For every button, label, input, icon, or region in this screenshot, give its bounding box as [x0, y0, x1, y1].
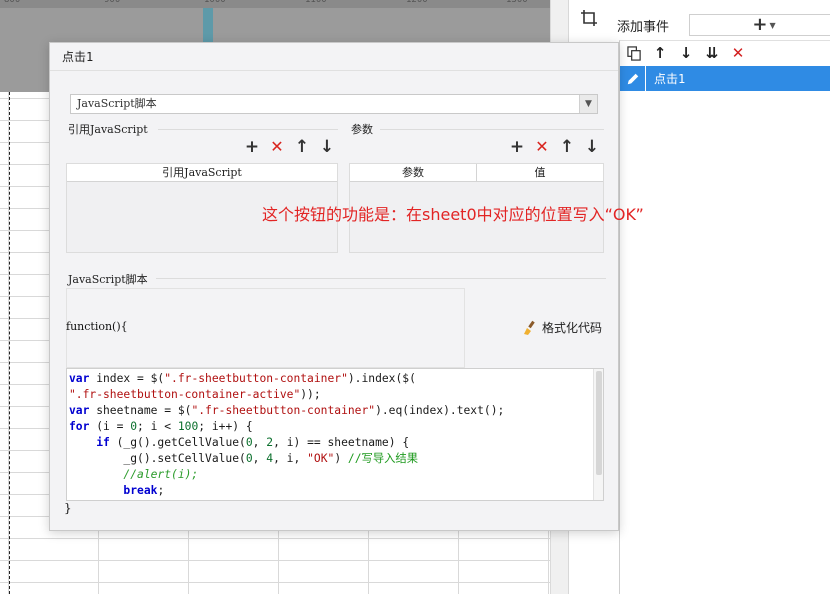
arrow-down-icon[interactable]: ↓: [319, 138, 335, 155]
function-close: }: [64, 501, 72, 515]
code-line: var index = $(".fr-sheetbutton-container…: [69, 372, 416, 385]
ruler-number: 800: [4, 0, 21, 5]
code-line: ".fr-sheetbutton-container-active"));: [69, 388, 321, 401]
column-header: 引用JavaScript: [162, 166, 242, 179]
plus-icon: +: [752, 14, 768, 35]
event-item[interactable]: 点击1: [620, 66, 830, 91]
column-header: 值: [534, 166, 546, 179]
add-icon[interactable]: +: [509, 138, 525, 155]
page-break-line: [9, 92, 10, 594]
function-header: function(){: [66, 320, 128, 333]
ruler-number: 1000: [204, 0, 226, 5]
add-event-label: 添加事件: [617, 20, 670, 35]
add-event-dropdown[interactable]: + ▼: [689, 14, 830, 36]
pencil-icon: [620, 66, 646, 91]
brush-icon: [524, 320, 535, 335]
crop-icon[interactable]: [577, 6, 601, 30]
ruler-number: 900: [104, 0, 121, 5]
ref-js-table-header: 引用JavaScript: [67, 164, 337, 182]
arrow-up-icon[interactable]: ↑: [294, 138, 310, 155]
code-line: var sheetname = $(".fr-sheetbutton-conta…: [69, 404, 505, 417]
arrow-up-icon[interactable]: ↑: [652, 46, 668, 62]
ref-js-toolbar: + ✕ ↑ ↓: [244, 138, 335, 155]
code-line: if (_g().getCellValue(0, 2, i) == sheetn…: [96, 436, 410, 449]
section-divider: [380, 129, 604, 130]
copy-icon[interactable]: [626, 46, 642, 62]
ruler-number: 1200: [406, 0, 428, 5]
params-table-header: 参数 值: [350, 164, 603, 182]
add-icon[interactable]: +: [244, 138, 260, 155]
chevron-down-icon[interactable]: ▼: [579, 95, 597, 113]
code-line: break;: [123, 484, 165, 497]
code-line: for (i = 0; i < 100; i++) {: [69, 420, 253, 433]
column-header: 参数: [350, 164, 477, 181]
section-divider: [158, 129, 338, 130]
arrow-down-icon[interactable]: ↓: [678, 46, 694, 62]
code-line: }: [69, 500, 103, 501]
code-content: var index = $(".fr-sheetbutton-container…: [67, 369, 603, 501]
action-type-value: JavaScript脚本: [77, 97, 157, 110]
code-scrollbar[interactable]: [593, 369, 603, 500]
delete-icon[interactable]: ✕: [534, 139, 550, 155]
ruler-number: 1300: [506, 0, 528, 5]
params-section-label: 参数: [351, 123, 373, 136]
action-type-select[interactable]: JavaScript脚本 ▼: [70, 94, 598, 114]
dialog-title: 点击1: [50, 43, 618, 71]
ref-js-section-label: 引用JavaScript: [68, 123, 148, 136]
section-divider: [156, 278, 606, 279]
delete-icon[interactable]: ✕: [730, 46, 746, 62]
sort-down-icon[interactable]: ⇊: [704, 46, 720, 62]
arrow-up-icon[interactable]: ↑: [559, 138, 575, 155]
code-line: _g().setCellValue(0, 4, i, "OK") //写导入结果: [69, 452, 419, 465]
delete-icon[interactable]: ✕: [269, 139, 285, 155]
event-toolbar: ↑ ↓ ⇊ ✕: [619, 40, 830, 66]
code-editor[interactable]: var index = $(".fr-sheetbutton-container…: [66, 368, 604, 501]
event-dialog: 点击1 JavaScript脚本 ▼ 引用JavaScript + ✕ ↑ ↓ …: [49, 42, 644, 531]
format-code-button[interactable]: 格式化代码: [522, 319, 602, 336]
event-list: 点击1: [619, 66, 830, 594]
code-line: //alert(i);: [123, 468, 199, 481]
js-section-label: JavaScript脚本: [68, 273, 148, 286]
annotation-text: 这个按钮的功能是：在sheet0中对应的位置写入“OK”: [262, 205, 644, 224]
horizontal-ruler: 800 900 1000 1100 1200 1300: [0, 0, 568, 8]
arrow-down-icon[interactable]: ↓: [584, 138, 600, 155]
format-code-label: 格式化代码: [542, 321, 603, 335]
caret-down-icon: ▼: [769, 20, 776, 30]
ruler-number: 1100: [305, 0, 327, 5]
params-toolbar: + ✕ ↑ ↓: [509, 138, 600, 155]
scrollbar-thumb[interactable]: [596, 371, 602, 475]
event-item-label: 点击1: [654, 72, 686, 86]
ruler-position-marker: [203, 8, 213, 44]
